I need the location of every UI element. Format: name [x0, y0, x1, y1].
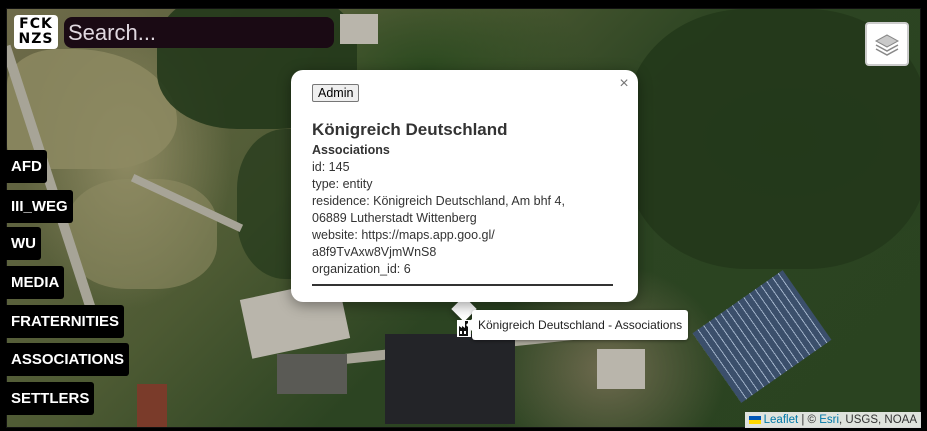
popup-subtitle: Associations — [312, 143, 390, 157]
layers-button[interactable] — [865, 22, 909, 66]
layers-icon — [874, 34, 900, 56]
map-attribution: Leaflet | © Esri, USGS, NOAA — [744, 412, 921, 428]
category-fraternities-button[interactable]: FRATERNITIES — [6, 305, 125, 338]
category-associations-button[interactable]: ASSOCIATIONS — [6, 343, 130, 376]
popup-line-type: type: entity — [312, 177, 373, 191]
solar-building — [692, 270, 832, 403]
popup-line-id: id: 145 — [312, 160, 350, 174]
popup-line-residence-cont: 06889 Lutherstadt Wittenberg — [312, 211, 477, 225]
leaflet-link[interactable]: Leaflet — [764, 414, 799, 426]
building — [340, 14, 378, 44]
building — [137, 384, 167, 427]
building — [277, 354, 347, 394]
category-settlers-button[interactable]: SETTLERS — [6, 382, 95, 415]
ukraine-flag-icon — [748, 415, 761, 424]
info-popup: × Admin Königreich Deutschland Associati… — [291, 70, 638, 302]
field-area — [67, 179, 217, 289]
admin-button[interactable]: Admin — [312, 84, 360, 102]
category-iii-weg-button[interactable]: III_WEG — [6, 190, 73, 223]
close-icon[interactable]: × — [616, 75, 632, 93]
search-input[interactable] — [64, 17, 334, 48]
logo: FCK NZS — [14, 15, 58, 49]
popup-line-organization-id: organization_id: 6 — [312, 262, 411, 276]
category-media-button[interactable]: MEDIA — [6, 266, 65, 299]
marker-tooltip: Königreich Deutschland - Associations — [465, 310, 689, 340]
attribution-separator: | © — [798, 414, 820, 426]
popup-line-website-cont[interactable]: a8f9TvAxw8VjmWnS8 — [312, 244, 618, 261]
attribution-rest: , USGS, NOAA — [839, 414, 917, 426]
building — [385, 334, 515, 424]
popup-title: Königreich Deutschland — [312, 120, 508, 139]
popup-divider — [312, 284, 613, 286]
category-afd-button[interactable]: AFD — [6, 150, 47, 183]
building — [597, 349, 645, 389]
category-wu-button[interactable]: WU — [6, 227, 41, 260]
popup-line-residence: residence: Königreich Deutschland, Am bh… — [312, 194, 565, 208]
popup-line-website[interactable]: website: https://maps.app.goo.gl/ — [312, 227, 618, 244]
esri-link[interactable]: Esri — [819, 414, 839, 426]
